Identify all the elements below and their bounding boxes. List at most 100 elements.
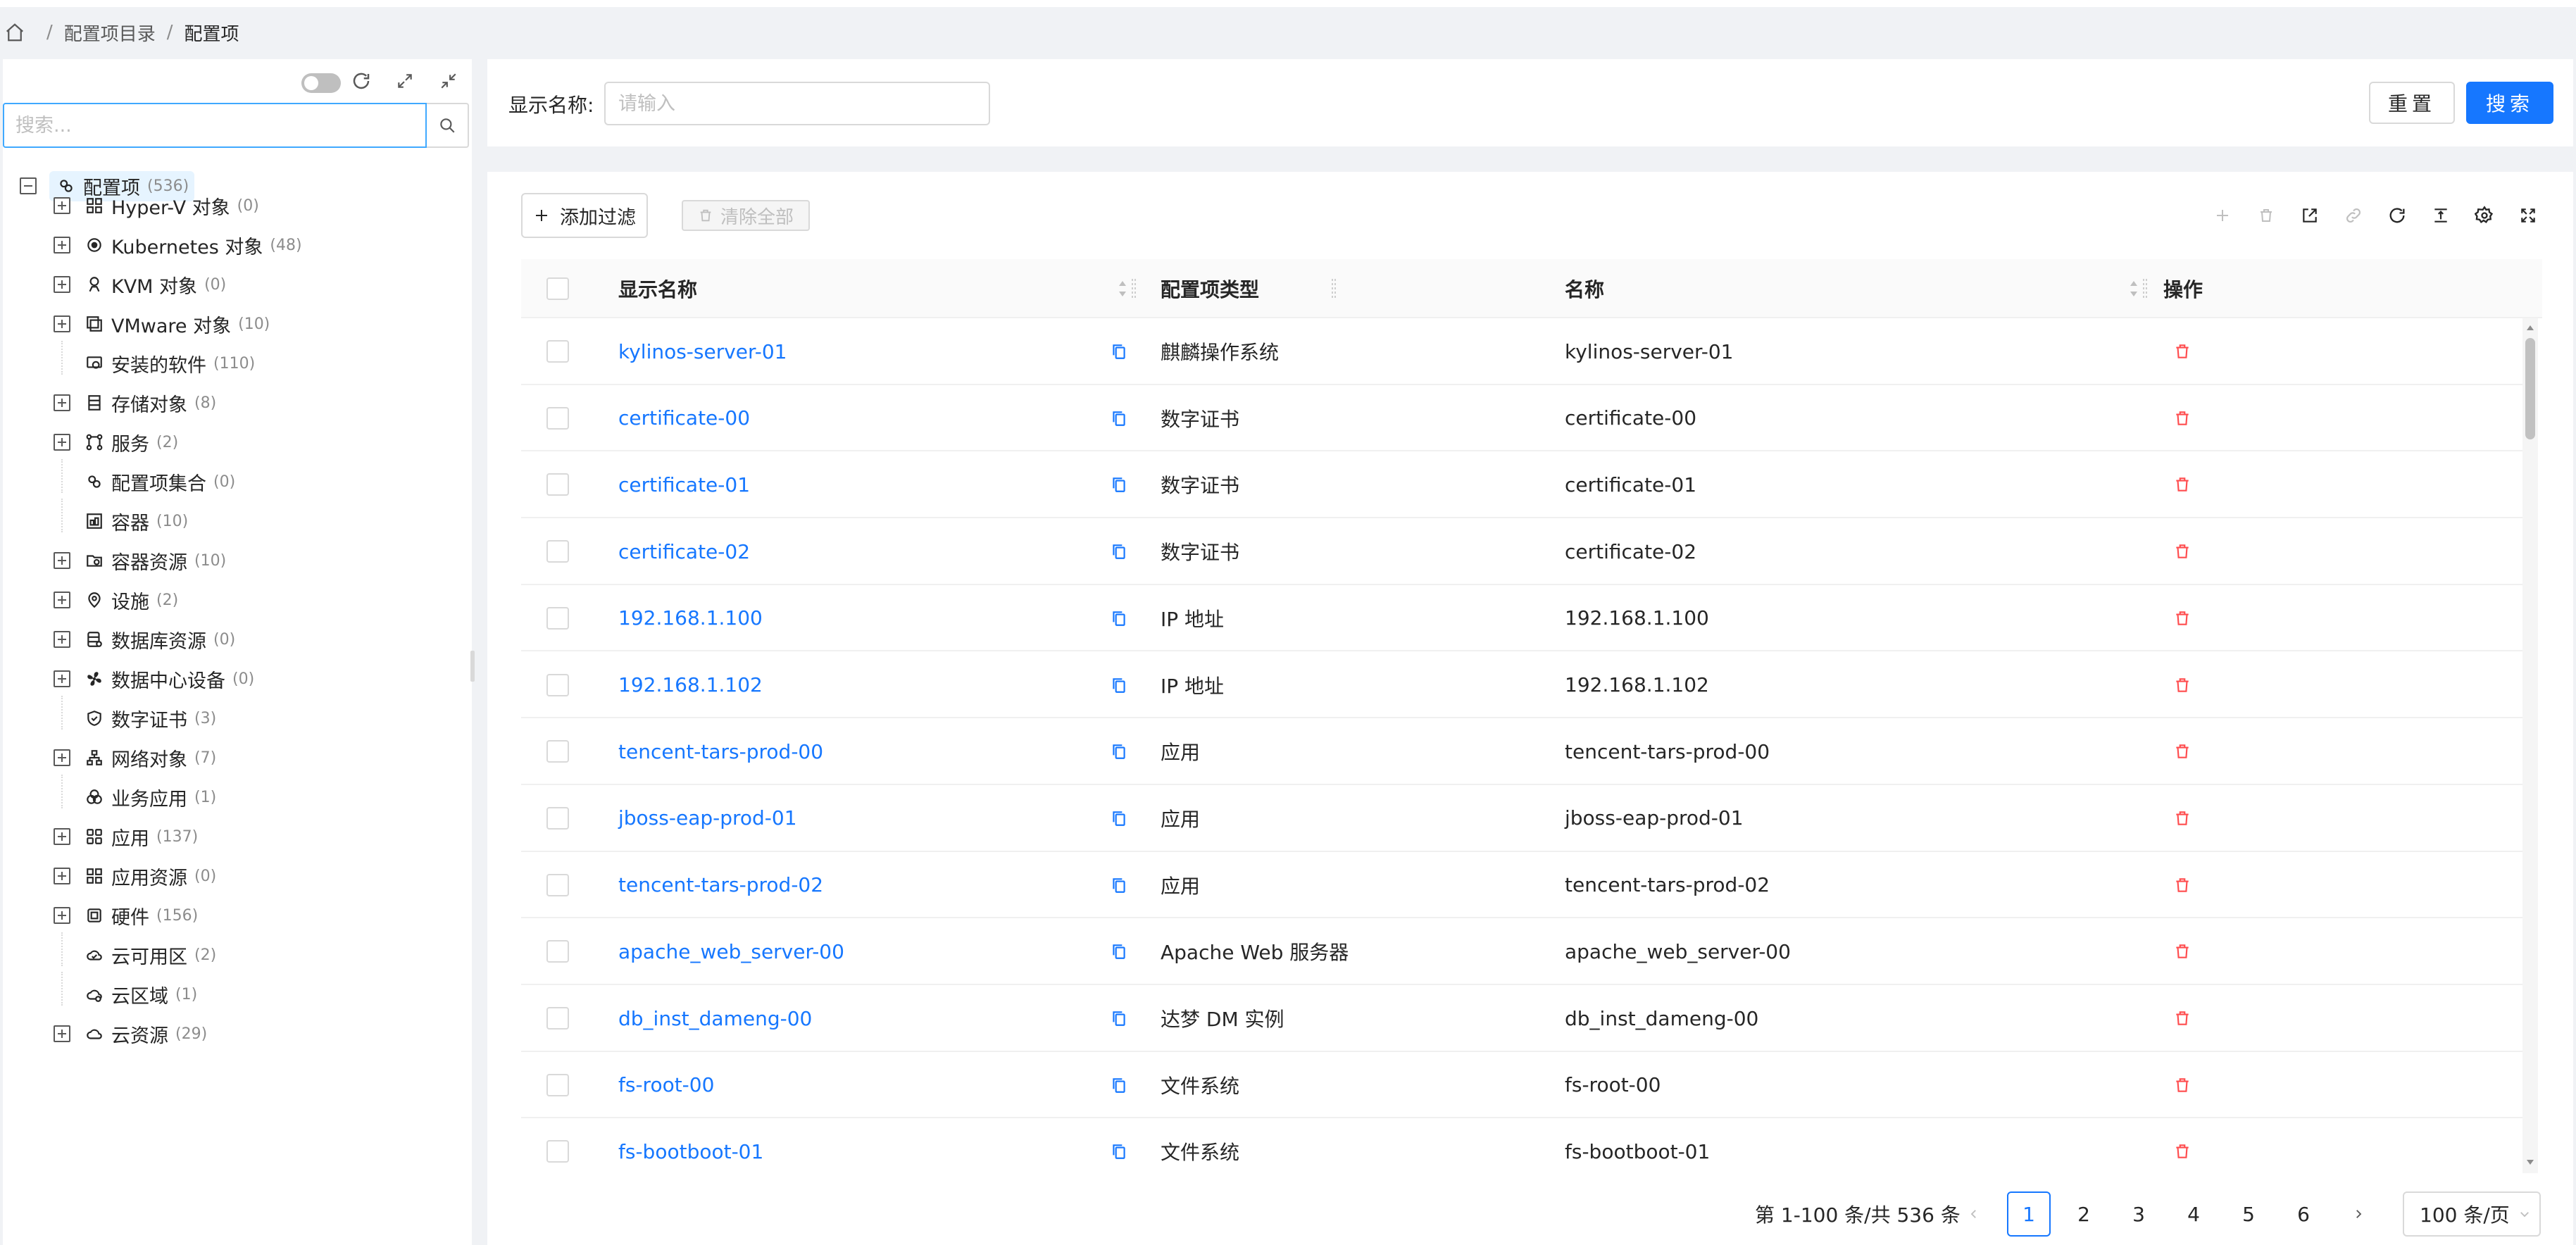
tree-node-container-resource[interactable]: 容器资源 (10) (54, 541, 226, 580)
search-button[interactable]: 搜索 (2466, 82, 2553, 124)
row-checkbox[interactable] (546, 740, 569, 763)
table-row[interactable]: tencent-tars-prod-02 应用 tencent-tars-prod-… (521, 852, 2527, 919)
select-all-checkbox[interactable] (546, 277, 569, 300)
display-name-link[interactable]: tencent-tars-prod-00 (618, 718, 823, 784)
tree-node-service[interactable]: 服务 (2) (54, 423, 178, 462)
expand-toggle[interactable] (54, 552, 70, 569)
column-header-display-name[interactable]: 显示名称 (618, 259, 697, 318)
delete-icon[interactable] (2172, 408, 2193, 429)
page-4[interactable]: 4 (2172, 1191, 2215, 1237)
tree-node-cloud-zone[interactable]: 云可用区 (2) (54, 932, 216, 975)
delete-icon[interactable] (2172, 608, 2193, 629)
copy-icon[interactable] (1108, 741, 1130, 762)
row-checkbox[interactable] (546, 340, 569, 363)
tree-search-input[interactable] (3, 103, 427, 148)
display-name-link[interactable]: certificate-02 (618, 518, 750, 584)
display-name-link[interactable]: jboss-eap-prod-01 (618, 785, 797, 851)
row-checkbox[interactable] (546, 540, 569, 563)
page-2[interactable]: 2 (2062, 1191, 2106, 1237)
table-row[interactable]: certificate-01 数字证书 certificate-01 (521, 451, 2527, 519)
tree-node-certificate[interactable]: 数字证书 (3) (54, 696, 216, 738)
expand-toggle[interactable] (54, 434, 70, 451)
add-row-icon[interactable] (2210, 203, 2235, 228)
reset-button[interactable]: 重置 (2369, 82, 2455, 124)
copy-icon[interactable] (1108, 808, 1130, 829)
tree-node-kubernetes[interactable]: Kubernetes 对象 (48) (54, 225, 302, 265)
reload-icon[interactable] (2384, 203, 2410, 228)
tree-node-hardware[interactable]: 硬件 (156) (54, 896, 198, 935)
table-row[interactable]: fs-bootboot-01 文件系统 fs-bootboot-01 (521, 1118, 2527, 1177)
tree-node-application[interactable]: 应用 (137) (54, 817, 198, 856)
scrollbar-thumb[interactable] (2525, 338, 2535, 439)
row-checkbox[interactable] (546, 940, 569, 963)
column-resize-icon[interactable] (1131, 277, 1137, 300)
copy-icon[interactable] (1108, 875, 1130, 896)
display-name-link[interactable]: certificate-00 (618, 385, 750, 451)
display-name-link[interactable]: 192.168.1.100 (618, 585, 763, 651)
expand-toggle[interactable] (54, 749, 70, 766)
expand-toggle[interactable] (54, 197, 70, 214)
copy-icon[interactable] (1108, 408, 1130, 429)
copy-icon[interactable] (1108, 1075, 1130, 1096)
display-name-link[interactable]: fs-root-00 (618, 1052, 714, 1118)
delete-icon[interactable] (2172, 675, 2193, 696)
table-scrollbar[interactable] (2522, 318, 2538, 1173)
delete-icon[interactable] (2172, 808, 2193, 829)
expand-toggle[interactable] (54, 237, 70, 254)
home-icon[interactable] (4, 22, 25, 43)
delete-icon[interactable] (2172, 875, 2193, 896)
column-header-name[interactable]: 名称 (1565, 259, 1604, 318)
prev-page-icon[interactable] (1952, 1191, 1996, 1237)
refresh-icon[interactable] (349, 69, 373, 93)
delete-icon[interactable] (2172, 341, 2193, 362)
delete-icon[interactable] (2172, 941, 2193, 962)
next-page-icon[interactable] (2337, 1191, 2380, 1237)
copy-icon[interactable] (1108, 608, 1130, 629)
export-icon[interactable] (2297, 203, 2322, 228)
delete-icon[interactable] (2172, 1008, 2193, 1029)
fullscreen-icon[interactable] (2515, 203, 2541, 228)
table-row[interactable]: db_inst_dameng-00 达梦 DM 实例 db_inst_dameng-… (521, 985, 2527, 1052)
table-row[interactable]: certificate-02 数字证书 certificate-02 (521, 518, 2527, 585)
add-filter-button[interactable]: 添加过滤 (521, 193, 648, 238)
tree-node-datacenter-device[interactable]: 数据中心设备 (0) (54, 659, 254, 699)
expand-toggle[interactable] (54, 828, 70, 845)
row-checkbox[interactable] (546, 406, 569, 430)
expand-toggle[interactable] (54, 907, 70, 924)
tree-node-facility[interactable]: 设施 (2) (54, 580, 178, 620)
tree-toggle-switch[interactable] (301, 73, 341, 93)
delete-icon[interactable] (2172, 741, 2193, 762)
clear-all-button[interactable]: 清除全部 (682, 200, 810, 231)
expand-toggle[interactable] (54, 868, 70, 884)
collapse-all-icon[interactable] (437, 69, 461, 93)
expand-toggle[interactable] (54, 315, 70, 332)
tree-node-app-resource[interactable]: 应用资源 (0) (54, 856, 216, 896)
display-name-link[interactable]: fs-bootboot-01 (618, 1118, 763, 1177)
display-name-link[interactable]: certificate-01 (618, 451, 750, 518)
display-name-link[interactable]: tencent-tars-prod-02 (618, 852, 823, 918)
display-name-link[interactable]: 192.168.1.102 (618, 652, 763, 718)
copy-icon[interactable] (1108, 541, 1130, 562)
page-3[interactable]: 3 (2117, 1191, 2161, 1237)
table-row[interactable]: jboss-eap-prod-01 应用 jboss-eap-prod-01 (521, 785, 2527, 852)
panel-resize-handle[interactable] (470, 651, 475, 682)
row-checkbox[interactable] (546, 1007, 569, 1030)
sort-icon[interactable] (2128, 279, 2139, 299)
tree-node-ci-collection[interactable]: 配置项集合 (0) (54, 459, 235, 501)
expand-toggle[interactable] (54, 1025, 70, 1042)
settings-icon[interactable] (2472, 203, 2497, 228)
sort-icon[interactable] (1117, 279, 1128, 299)
table-row[interactable]: certificate-00 数字证书 certificate-00 (521, 385, 2527, 452)
expand-toggle[interactable] (54, 670, 70, 687)
table-row[interactable]: fs-root-00 文件系统 fs-root-00 (521, 1052, 2527, 1119)
page-1[interactable]: 1 (2007, 1191, 2051, 1237)
copy-icon[interactable] (1108, 1008, 1130, 1029)
row-checkbox[interactable] (546, 473, 569, 496)
expand-all-icon[interactable] (393, 69, 417, 93)
page-5[interactable]: 5 (2227, 1191, 2270, 1237)
tree-search-button[interactable] (427, 103, 469, 148)
page-6[interactable]: 6 (2282, 1191, 2325, 1237)
copy-icon[interactable] (1108, 341, 1130, 362)
delete-icon[interactable] (2172, 1075, 2193, 1096)
tree-node-cloud-region[interactable]: 云区域 (1) (54, 972, 197, 1014)
